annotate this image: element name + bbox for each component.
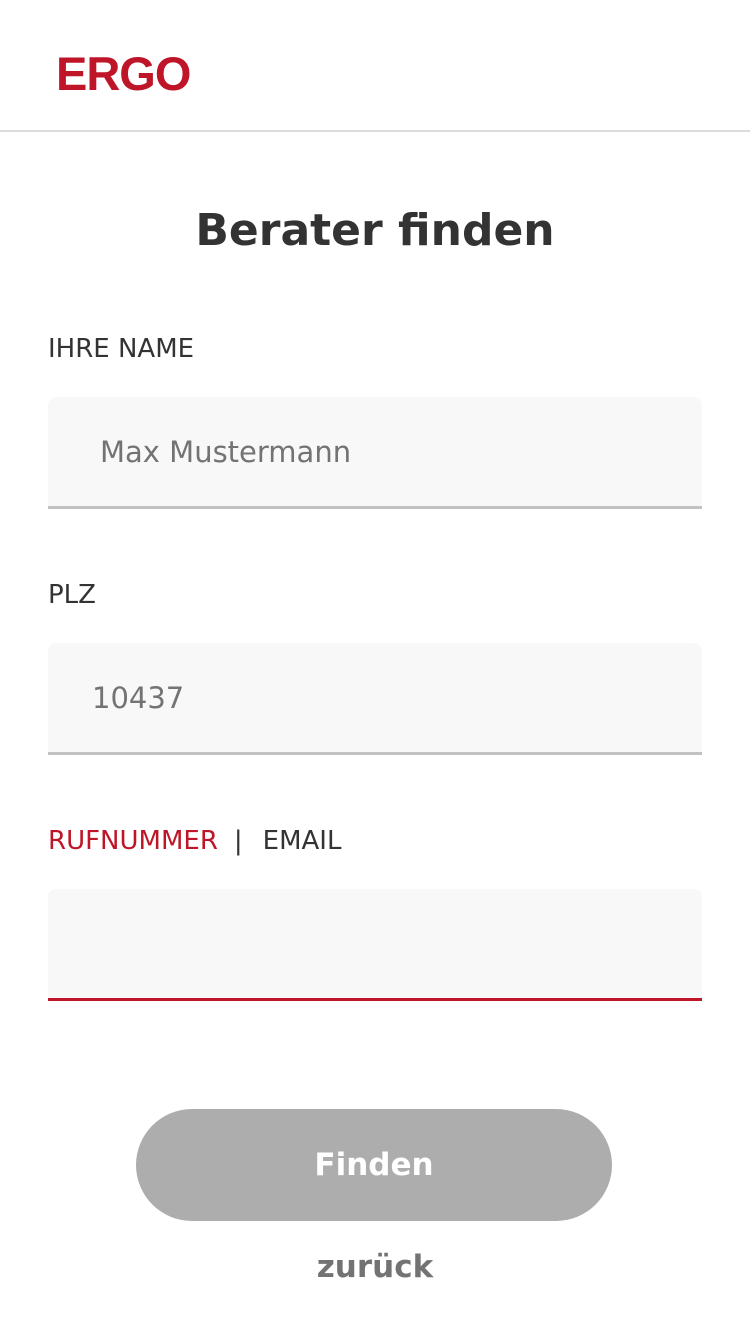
contact-field[interactable] [48, 889, 702, 1001]
toggle-email-option[interactable]: EMAIL [263, 826, 342, 856]
contact-input[interactable] [48, 889, 702, 998]
name-input[interactable] [48, 397, 702, 506]
name-label: IHRE NAME [48, 334, 195, 364]
plz-input[interactable] [48, 643, 702, 752]
find-button[interactable]: Finden [136, 1109, 612, 1221]
toggle-separator: | [233, 826, 243, 856]
ergo-logo[interactable]: ERGO [56, 44, 191, 104]
name-field[interactable] [48, 397, 702, 509]
plz-field[interactable] [48, 643, 702, 755]
plz-label: PLZ [48, 580, 96, 610]
app-header: ERGO [0, 0, 750, 132]
contact-type-toggle: RUFNUMMER | EMAIL [48, 823, 341, 859]
toggle-phone-option[interactable]: RUFNUMMER [48, 826, 218, 856]
page-title: Berater finden [195, 205, 555, 256]
back-link[interactable]: zurück [0, 1246, 750, 1288]
